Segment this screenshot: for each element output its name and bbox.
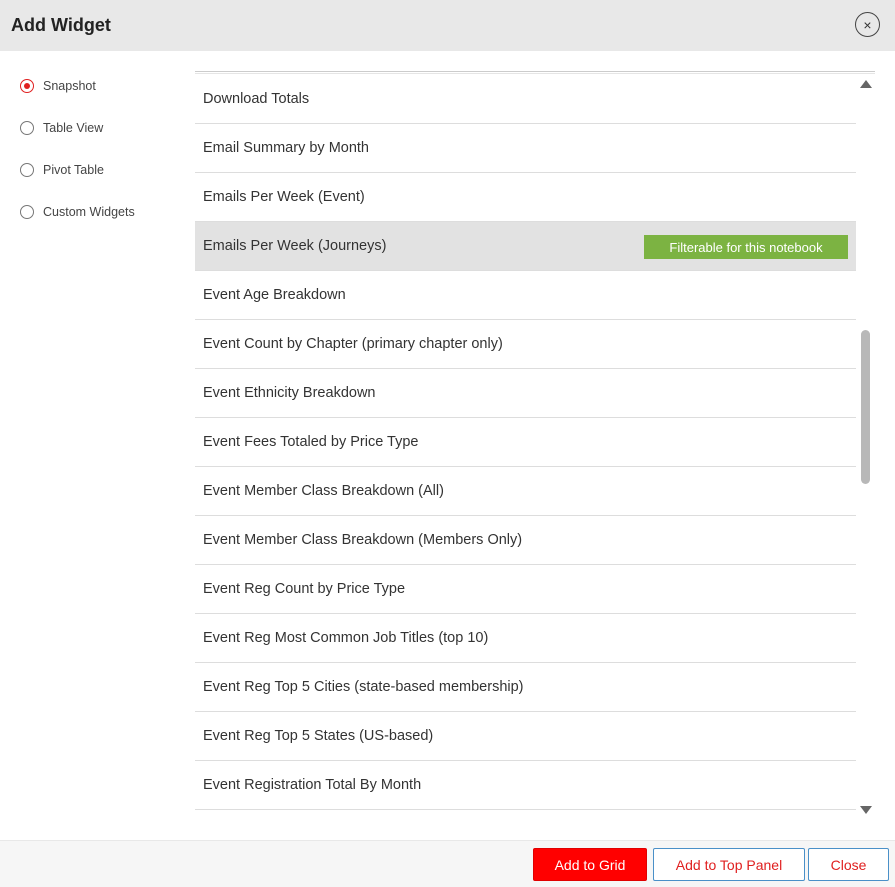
- list-item[interactable]: Event Fees Totaled by Price Type: [195, 418, 856, 467]
- list-item[interactable]: Event Registration Total By Month: [195, 761, 856, 810]
- list-top-divider: [195, 71, 875, 74]
- list-item[interactable]: Event Reg Top 5 States (US-based): [195, 712, 856, 761]
- list-item-label: Event Member Class Breakdown (All): [203, 483, 444, 499]
- list-item-label: Event Ethnicity Breakdown: [203, 385, 376, 401]
- list-item[interactable]: Event Member Class Breakdown (Members On…: [195, 516, 856, 565]
- list-item[interactable]: Event Reg Count by Price Type: [195, 565, 856, 614]
- close-button[interactable]: Close: [808, 848, 889, 881]
- list-item[interactable]: Download Totals: [195, 75, 856, 124]
- add-widget-dialog: Add Widget × Snapshot Table View Pivot T…: [0, 0, 895, 887]
- radio-unchecked-icon[interactable]: [20, 163, 34, 177]
- scrollbar-thumb[interactable]: [861, 330, 870, 484]
- radio-unchecked-icon[interactable]: [20, 205, 34, 219]
- add-to-grid-button[interactable]: Add to Grid: [533, 848, 647, 881]
- list-item[interactable]: Event Ethnicity Breakdown: [195, 369, 856, 418]
- list-item-label: Event Member Class Breakdown (Members On…: [203, 532, 523, 548]
- list-item[interactable]: Event Count by Chapter (primary chapter …: [195, 320, 856, 369]
- dialog-title: Add Widget: [11, 15, 111, 35]
- radio-checked-icon[interactable]: [20, 79, 34, 93]
- widget-list: Download Totals Email Summary by Month E…: [195, 75, 856, 810]
- list-item[interactable]: Event Member Class Breakdown (All): [195, 467, 856, 516]
- list-item[interactable]: Email Summary by Month: [195, 124, 856, 173]
- list-item-label: Event Reg Top 5 States (US-based): [203, 728, 434, 744]
- radio-label: Table View: [43, 121, 104, 135]
- list-item-label: Event Fees Totaled by Price Type: [203, 434, 419, 450]
- list-item-label: Event Registration Total By Month: [203, 777, 422, 793]
- dialog-footer: Add to Grid Add to Top Panel Close: [0, 840, 895, 887]
- radio-label: Custom Widgets: [43, 205, 135, 219]
- list-item[interactable]: Event Age Breakdown: [195, 271, 856, 320]
- list-item-label: Event Age Breakdown: [203, 287, 346, 303]
- list-item-label: Emails Per Week (Event): [203, 189, 365, 205]
- list-item-label: Download Totals: [203, 91, 310, 107]
- radio-unchecked-icon[interactable]: [20, 121, 34, 135]
- radio-option-pivot-table[interactable]: Pivot Table: [20, 163, 104, 177]
- list-item[interactable]: Event Reg Top 5 Cities (state-based memb…: [195, 663, 856, 712]
- list-item-label: Email Summary by Month: [203, 140, 369, 156]
- dialog-header: Add Widget ×: [0, 0, 895, 51]
- radio-label: Pivot Table: [43, 163, 104, 177]
- add-to-top-panel-button[interactable]: Add to Top Panel: [653, 848, 805, 881]
- list-item[interactable]: Emails Per Week (Event): [195, 173, 856, 222]
- radio-label: Snapshot: [43, 79, 96, 93]
- widget-list-panel: Download Totals Email Summary by Month E…: [195, 71, 875, 821]
- radio-option-table-view[interactable]: Table View: [20, 121, 103, 135]
- radio-option-custom-widgets[interactable]: Custom Widgets: [20, 205, 135, 219]
- list-item-label: Event Reg Top 5 Cities (state-based memb…: [203, 679, 524, 695]
- scroll-up-arrow-icon[interactable]: [860, 80, 872, 88]
- scroll-down-arrow-icon[interactable]: [860, 806, 872, 814]
- list-item-label: Emails Per Week (Journeys): [203, 238, 387, 254]
- filterable-badge: Filterable for this notebook: [644, 235, 848, 259]
- list-item-selected[interactable]: Emails Per Week (Journeys) Filterable fo…: [195, 222, 856, 271]
- list-item-label: Event Reg Most Common Job Titles (top 10…: [203, 630, 489, 646]
- radio-option-snapshot[interactable]: Snapshot: [20, 79, 96, 93]
- list-item-label: Event Reg Count by Price Type: [203, 581, 406, 597]
- list-item-label: Event Count by Chapter (primary chapter …: [203, 336, 503, 352]
- list-item[interactable]: Event Reg Most Common Job Titles (top 10…: [195, 614, 856, 663]
- close-icon[interactable]: ×: [855, 12, 880, 37]
- list-scrollbar[interactable]: [857, 75, 875, 820]
